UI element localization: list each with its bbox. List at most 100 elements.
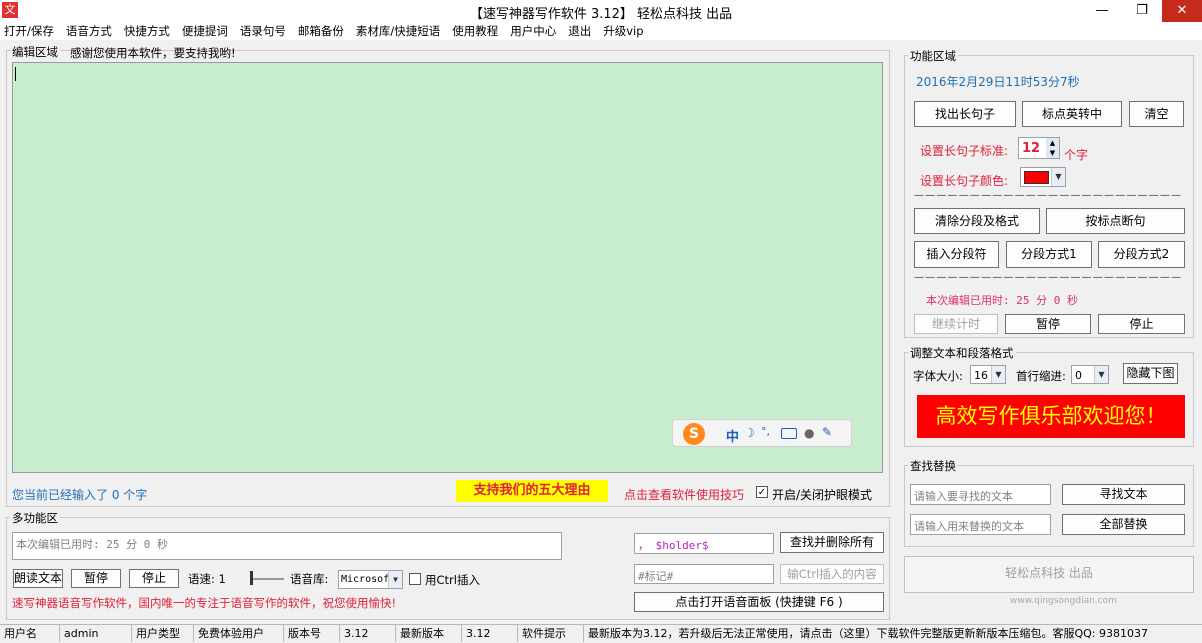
punct-convert-button[interactable]: 标点英转中 (1022, 101, 1122, 127)
text-cursor (15, 67, 16, 81)
spinner-up-icon[interactable]: ▲ (1046, 138, 1059, 148)
menu-item[interactable]: 素材库/快捷短语 (350, 22, 446, 40)
ime-chinese-label[interactable]: 中 (726, 426, 739, 445)
menu-item[interactable]: 打开/保存 (0, 22, 60, 40)
menu-item[interactable]: 退出 (562, 22, 597, 40)
speed-label: 语速: 1 (188, 572, 226, 586)
multi-pause-button[interactable]: 暂停 (71, 569, 121, 588)
long-color-picker[interactable]: ▼ (1020, 167, 1066, 187)
status-latest-label: 最新版本 (396, 625, 462, 642)
func-label: 功能区域 (908, 48, 958, 64)
multi-stop-button[interactable]: 停止 (129, 569, 179, 588)
ctrl-insert-checkbox[interactable] (409, 573, 421, 585)
find-input[interactable]: 请输入要寻找的文本 (910, 484, 1051, 505)
para-mode2-button[interactable]: 分段方式2 (1098, 241, 1185, 268)
clear-para-button[interactable]: 清除分段及格式 (914, 208, 1040, 234)
func-pause-button[interactable]: 暂停 (1005, 314, 1091, 334)
status-tip-label: 软件提示 (518, 625, 584, 642)
moon-icon[interactable]: ☽ (744, 426, 755, 440)
menu-item[interactable]: 快捷方式 (118, 22, 176, 40)
chevron-down-icon[interactable]: ▼ (1051, 168, 1065, 186)
punct-break-button[interactable]: 按标点断句 (1046, 208, 1185, 234)
find-delete-all-button[interactable]: 查找并删除所有 (780, 532, 884, 553)
eye-mode-label: 开启/关闭护眼模式 (772, 488, 873, 502)
sogou-logo-icon: S (683, 423, 705, 445)
menu-item[interactable]: 语录句号 (234, 22, 292, 40)
status-version-label: 版本号 (284, 625, 340, 642)
menu-item[interactable]: 使用教程 (446, 22, 504, 40)
welcome-banner: 高效写作俱乐部欢迎您！ (917, 395, 1185, 438)
menu-item[interactable]: 升级vip (597, 22, 649, 40)
font-size-select[interactable]: 16 ▼ (970, 365, 1006, 384)
search-label: 查找替换 (908, 458, 958, 474)
chevron-down-icon[interactable]: ▼ (991, 366, 1005, 383)
para-mode1-button[interactable]: 分段方式1 (1006, 241, 1092, 268)
indent-select[interactable]: 0 ▼ (1071, 365, 1109, 384)
chevron-down-icon[interactable]: ▼ (388, 571, 402, 588)
status-user-label: 用户名 (0, 625, 60, 642)
editor-textarea[interactable]: S 中 ☽ °, ● ✎ (12, 62, 883, 473)
ime-toolbar[interactable]: S 中 ☽ °, ● ✎ (672, 419, 852, 447)
multi-label: 多功能区 (10, 510, 60, 526)
find-long-sentence-button[interactable]: 找出长句子 (914, 101, 1016, 127)
editor-label: 编辑区域 (10, 44, 60, 60)
hide-image-button[interactable]: 隐藏下图 (1123, 363, 1178, 384)
company-button[interactable]: 轻松点科技 出品 (904, 556, 1194, 593)
status-user-value: admin (60, 625, 132, 642)
find-text-button[interactable]: 寻找文本 (1062, 484, 1185, 505)
continue-timer-button[interactable]: 继续计时 (914, 314, 998, 334)
maximize-button[interactable]: ❐ (1122, 0, 1162, 22)
font-size-value: 16 (974, 369, 988, 382)
tips-link[interactable]: 点击查看软件使用技巧 (624, 486, 744, 503)
read-text-button[interactable]: 朗读文本 (13, 569, 63, 588)
minimize-button[interactable]: — (1082, 0, 1122, 22)
speed-slider[interactable] (250, 571, 284, 585)
user-icon[interactable]: ● (804, 426, 814, 440)
ctrl-insert-label: 用Ctrl插入 (425, 573, 480, 587)
long-std-unit: 个字 (1064, 148, 1089, 162)
long-std-value: 12 (1022, 141, 1041, 156)
format-label: 调整文本和段落格式 (908, 345, 1016, 361)
close-button[interactable]: ✕ (1162, 0, 1202, 22)
replace-all-button[interactable]: 全部替换 (1062, 514, 1185, 535)
long-std-label: 设置长句子标准: (920, 144, 1009, 158)
status-version-value: 3.12 (340, 625, 396, 642)
speed-slider-thumb[interactable] (250, 571, 253, 585)
chevron-down-icon[interactable]: ▼ (1094, 366, 1108, 383)
ctrl-insert-content-button[interactable]: 输Ctrl插入的内容 (780, 564, 884, 584)
eye-mode-checkbox[interactable]: ✓ (756, 486, 768, 498)
multi-elapsed-field[interactable]: 本次编辑已用时: 25 分 0 秒 (12, 532, 562, 560)
five-reasons-button[interactable]: 支持我们的五大理由 (456, 480, 608, 502)
title-bar: 文 【速写神器写作软件 3.12】 轻松点科技 出品 — ❐ ✕ (0, 0, 1202, 22)
status-type-label: 用户类型 (132, 625, 194, 642)
menu-item[interactable]: 用户中心 (504, 22, 562, 40)
punctuation-icon[interactable]: °, (761, 425, 770, 438)
menu-item[interactable]: 语音方式 (60, 22, 118, 40)
insert-para-button[interactable]: 插入分段符 (914, 241, 999, 268)
voice-panel-button[interactable]: 点击打开语音面板 (快捷键 F6 ) (634, 592, 884, 612)
spinner-down-icon[interactable]: ▼ (1046, 148, 1059, 158)
watermark-text: www.qingsongdian.com (1010, 596, 1117, 606)
wrench-icon[interactable]: ✎ (822, 425, 832, 439)
menu-item[interactable]: 邮箱备份 (292, 22, 350, 40)
status-tip-value[interactable]: 最新版本为3.12，若升级后无法正常使用，请点击（这里）下载软件完整版更新新版本… (584, 625, 1202, 642)
voice-select-value: Microsof (341, 574, 390, 585)
func-stop-button[interactable]: 停止 (1098, 314, 1185, 334)
divider-dashes-2: — — — — — — — — — — — — — — — — — — — — … (914, 272, 1181, 283)
mark-input[interactable]: #标记# (634, 564, 774, 584)
voice-select[interactable]: Microsof ▼ (338, 570, 403, 589)
slogan-text: 速写神器语音写作软件，国内唯一的专注于语音写作的软件，祝您使用愉快! (12, 596, 397, 610)
font-size-label: 字体大小: (913, 369, 963, 383)
clear-button[interactable]: 清空 (1129, 101, 1184, 127)
replace-input[interactable]: 请输入用来替换的文本 (910, 514, 1051, 535)
datetime-text: 2016年2月29日11时53分7秒 (916, 75, 1080, 89)
menu-item[interactable]: 便捷提词 (176, 22, 234, 40)
thanks-text: 感谢您使用本软件，要支持我哟! (70, 46, 236, 60)
long-std-spinner[interactable]: 12 ▲ ▼ (1018, 137, 1060, 159)
char-count: 您当前已经输入了 0 个字 (12, 488, 148, 502)
status-latest-value: 3.12 (462, 625, 518, 642)
holder-input[interactable]: ， $holder$ (634, 533, 774, 554)
color-swatch (1024, 171, 1049, 184)
keyboard-icon[interactable] (781, 428, 797, 439)
func-elapsed-text: 本次编辑已用时: 25 分 0 秒 (926, 294, 1078, 307)
